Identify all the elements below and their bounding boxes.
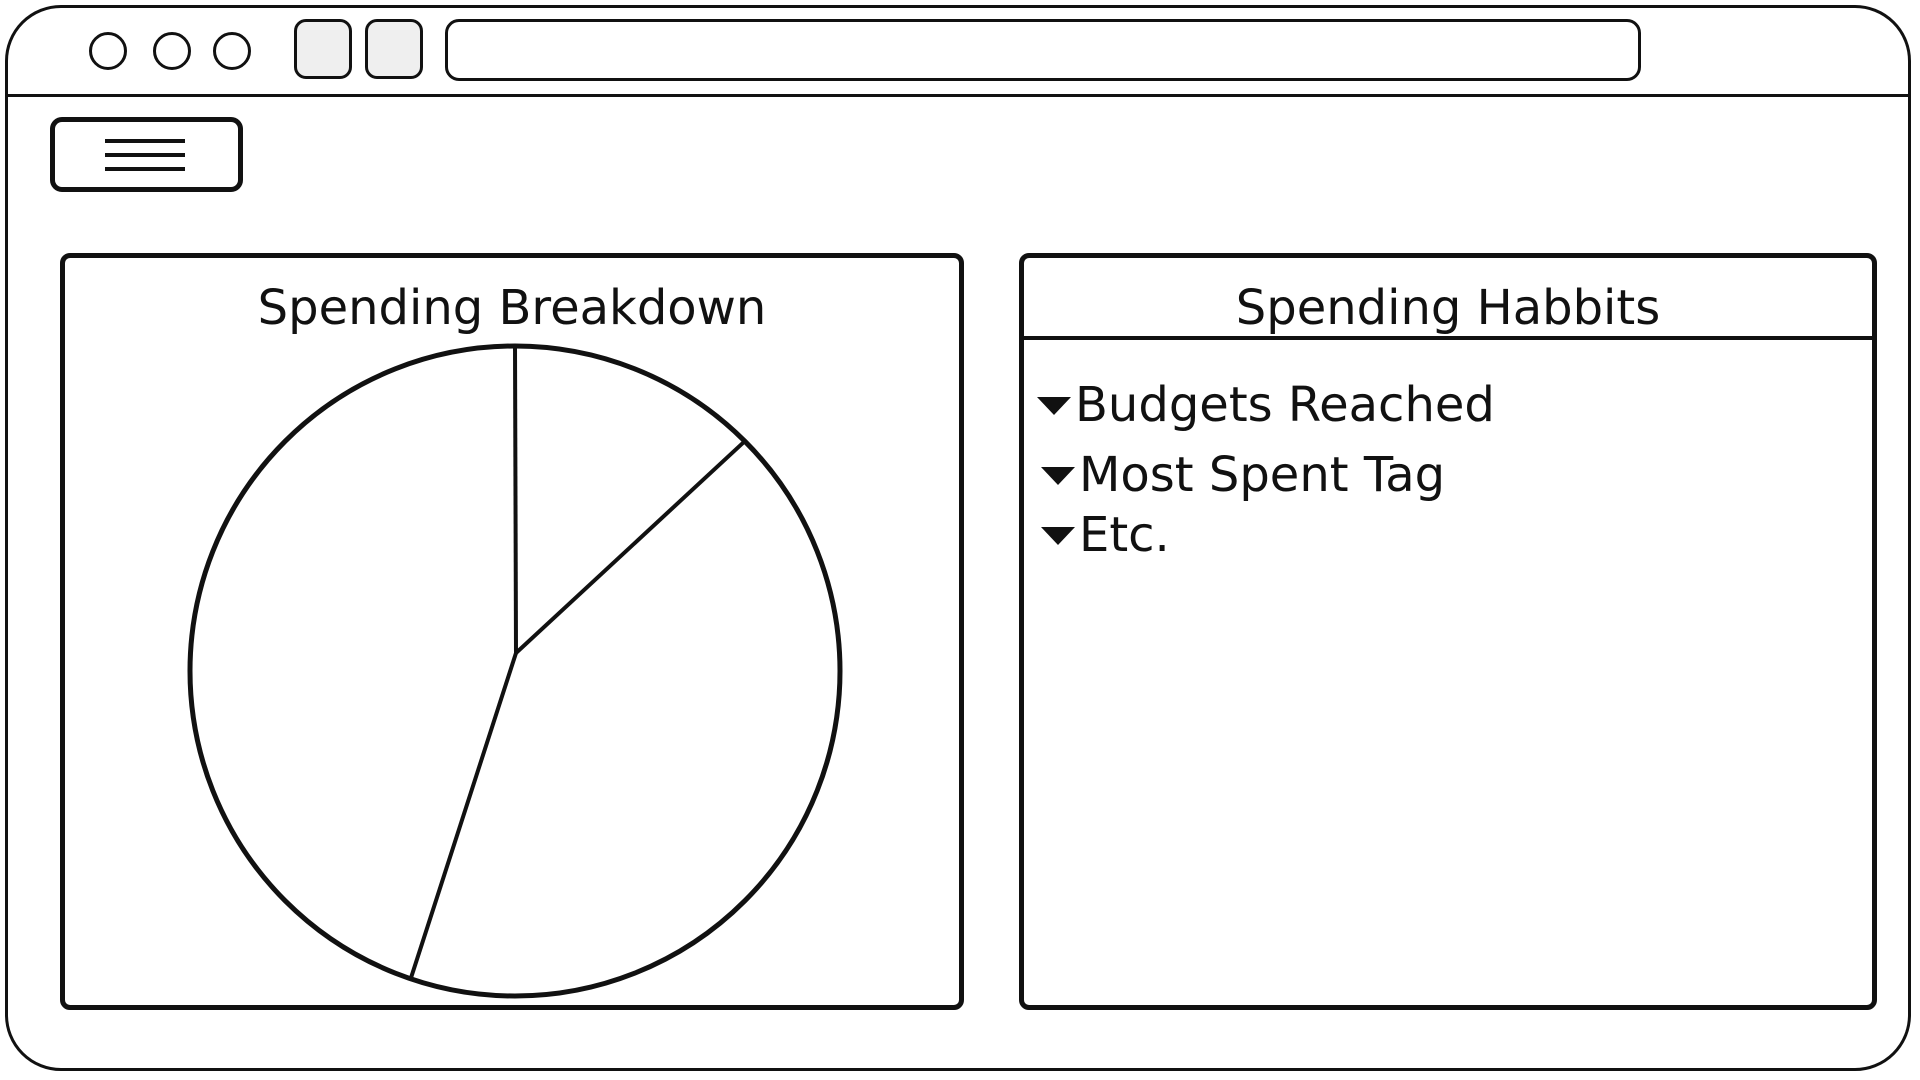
habit-item-label: Budgets Reached	[1075, 377, 1495, 433]
browser-window: Spending Breakdown Spending Habbits Budg…	[5, 5, 1911, 1071]
habit-item-most-spent-tag[interactable]: Most Spent Tag	[1041, 445, 1445, 505]
address-bar[interactable]	[445, 19, 1641, 81]
browser-forward-button[interactable]	[365, 19, 423, 79]
window-control-circle-icon[interactable]	[213, 32, 251, 70]
triangle-down-icon	[1041, 467, 1075, 485]
habit-item-etc[interactable]: Etc.	[1041, 505, 1170, 565]
window-control-circle-icon[interactable]	[89, 32, 127, 70]
spending-habits-list: Budgets Reached Most Spent Tag Etc.	[1024, 258, 1872, 1005]
habit-item-label: Most Spent Tag	[1079, 447, 1446, 503]
browser-back-button[interactable]	[294, 19, 352, 79]
triangle-down-icon	[1041, 527, 1075, 545]
spending-breakdown-panel: Spending Breakdown	[60, 253, 964, 1010]
pie-slice-3-boundary	[408, 652, 518, 980]
browser-titlebar	[8, 8, 1908, 97]
pie-slice-1-boundary	[513, 345, 518, 654]
triangle-down-icon	[1037, 397, 1071, 415]
habit-item-label: Etc.	[1079, 507, 1170, 563]
hamburger-menu-button[interactable]	[50, 117, 243, 192]
spending-pie-chart	[187, 343, 843, 999]
spending-habits-panel: Spending Habbits Budgets Reached Most Sp…	[1019, 253, 1877, 1010]
habit-item-budgets-reached[interactable]: Budgets Reached	[1037, 375, 1495, 435]
pie-slice-2-boundary	[514, 439, 747, 655]
window-control-circle-icon[interactable]	[153, 32, 191, 70]
